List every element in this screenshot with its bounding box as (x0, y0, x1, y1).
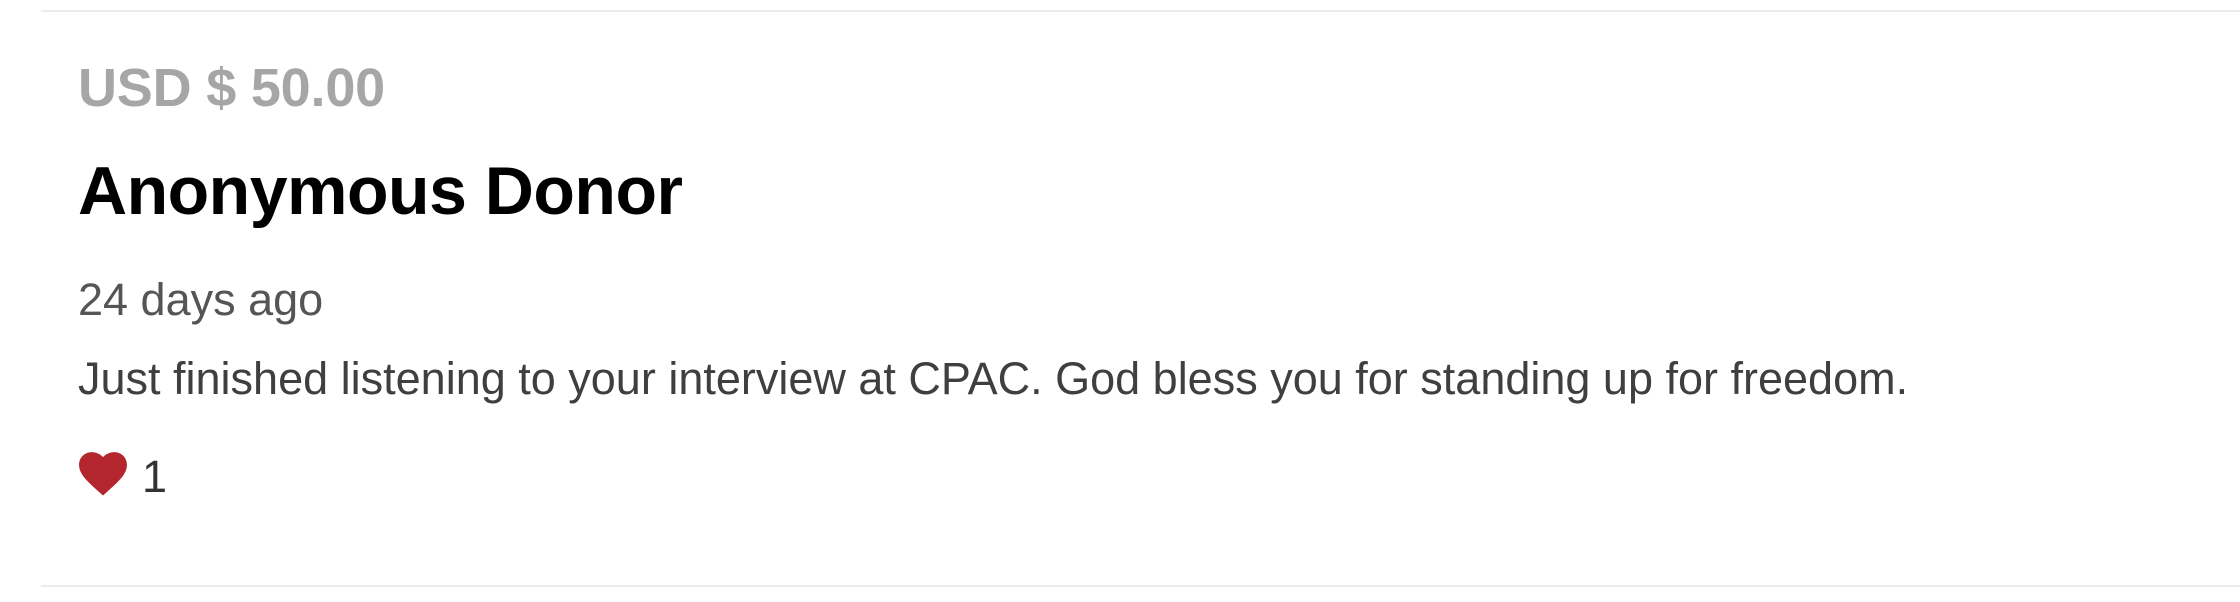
donation-message: Just finished listening to your intervie… (78, 353, 1909, 404)
donation-amount: USD $ 50.00 (78, 58, 385, 118)
heart-icon[interactable] (78, 451, 128, 497)
donation-card: USD $ 50.00 Anonymous Donor 24 days ago … (78, 0, 2218, 584)
donation-timestamp: 24 days ago (78, 274, 324, 325)
donor-name: Anonymous Donor (78, 153, 683, 229)
like-button[interactable]: 1 (78, 446, 167, 502)
bottom-divider (41, 585, 2240, 587)
like-count: 1 (142, 451, 168, 502)
